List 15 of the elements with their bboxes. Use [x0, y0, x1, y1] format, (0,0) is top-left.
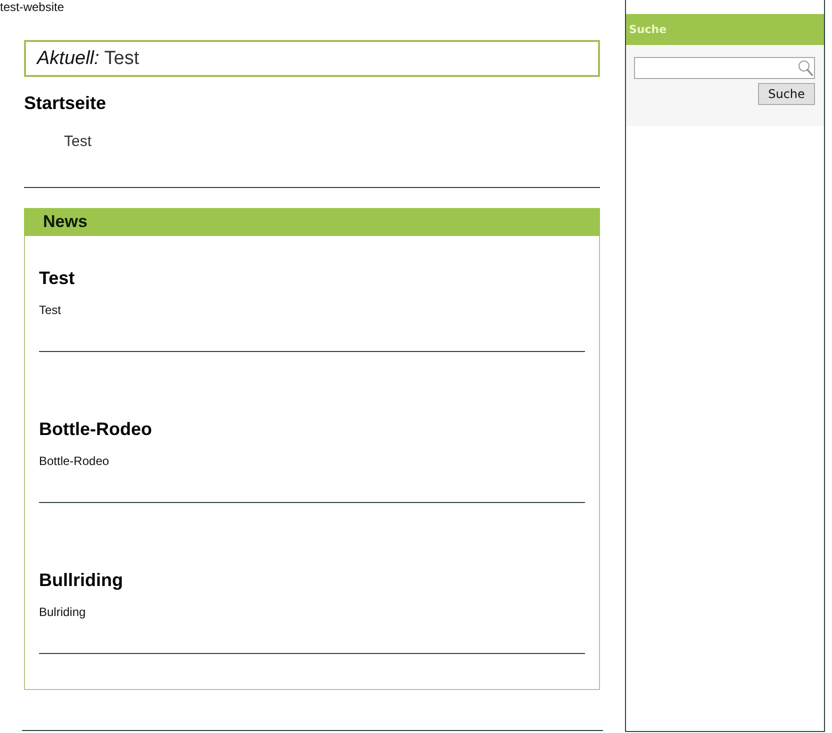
search-header: Suche	[626, 14, 824, 45]
news-title: Bullriding	[39, 569, 123, 591]
page-heading: Startseite	[24, 92, 106, 114]
news-header: News	[24, 208, 600, 236]
page-text: Test	[64, 134, 92, 150]
search-field[interactable]	[634, 57, 815, 79]
search-button[interactable]: Suche	[758, 83, 815, 105]
news-title: Bottle-Rodeo	[39, 418, 152, 440]
news-title: Test	[39, 267, 75, 289]
news-text: Test	[39, 303, 62, 317]
site-title: test-website	[0, 0, 64, 14]
news-text: Bulriding	[39, 605, 86, 619]
search-icon	[798, 60, 813, 76]
news-text: Bottle-Rodeo	[39, 454, 110, 468]
current-page-text: Aktuell: Test	[37, 48, 140, 70]
